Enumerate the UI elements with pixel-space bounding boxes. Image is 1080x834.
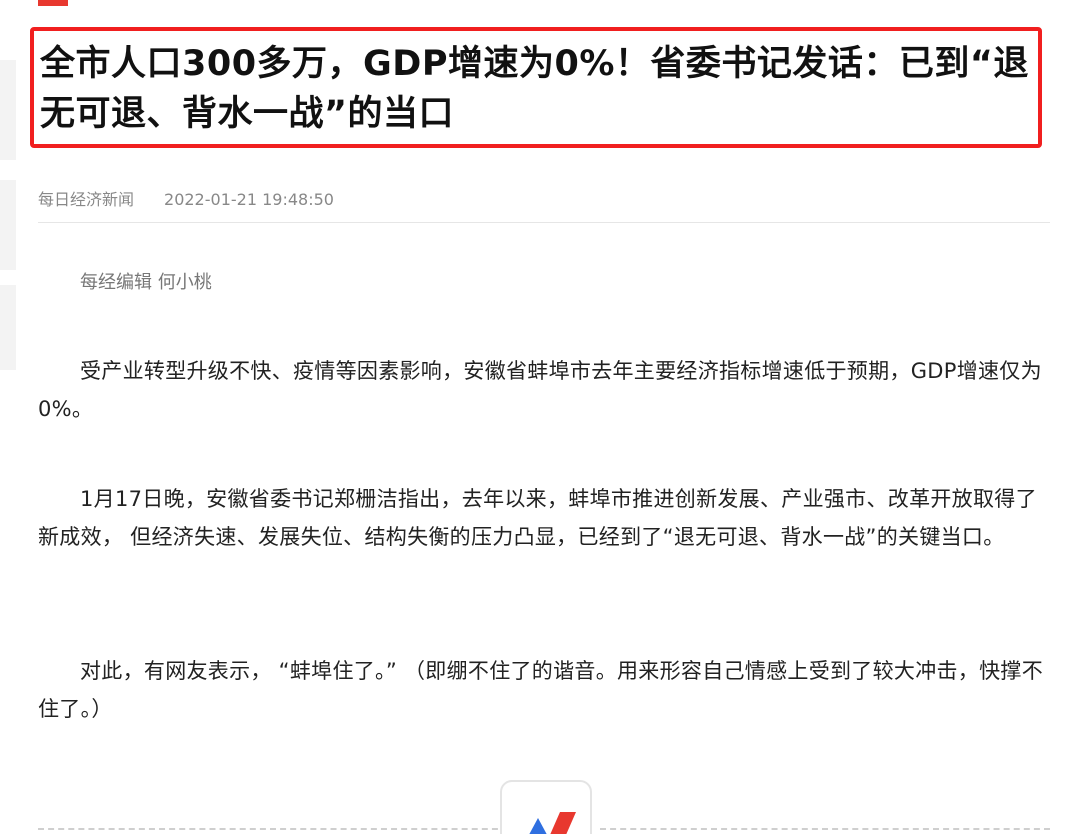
article-meta: 每日经济新闻 2022-01-21 19:48:50 <box>38 186 334 210</box>
article-datetime: 2022-01-21 19:48:50 <box>164 190 334 209</box>
sidebar-fragment <box>0 60 16 160</box>
logo-blue-shape <box>529 818 547 834</box>
sidebar-fragment <box>0 180 16 270</box>
title-highlight-box: 全市人口300多万，GDP增速为0%！省委书记发话：已到“退无可退、背水一战”的… <box>30 27 1042 148</box>
article-paragraph: 对此，有网友表示， “蚌埠住了。” （即绷不住了的谐音。用来形容自己情感上受到了… <box>38 659 1044 721</box>
end-divider-right <box>600 828 1050 830</box>
meta-divider <box>38 222 1050 223</box>
article-paragraph: 受产业转型升级不快、疫情等因素影响，安徽省蚌埠市去年主要经济指标增速低于预期，G… <box>38 359 1042 421</box>
sidebar-fragment <box>0 285 16 370</box>
article-source[interactable]: 每日经济新闻 <box>38 190 134 209</box>
article: 全市人口300多万，GDP增速为0%！省委书记发话：已到“退无可退、背水一战”的… <box>30 0 1050 834</box>
end-divider-left <box>38 828 508 830</box>
article-title: 全市人口300多万，GDP增速为0%！省委书记发话：已到“退无可退、背水一战”的… <box>40 44 1029 134</box>
publisher-logo-svg <box>529 812 576 834</box>
article-paragraph: 1月17日晚，安徽省委书记郑栅洁指出，去年以来，蚌埠市推进创新发展、产业强市、改… <box>38 487 1037 549</box>
publisher-logo-icon <box>500 780 592 834</box>
logo-red-shape <box>550 812 576 834</box>
article-editor: 每经编辑 何小桃 <box>80 272 212 293</box>
